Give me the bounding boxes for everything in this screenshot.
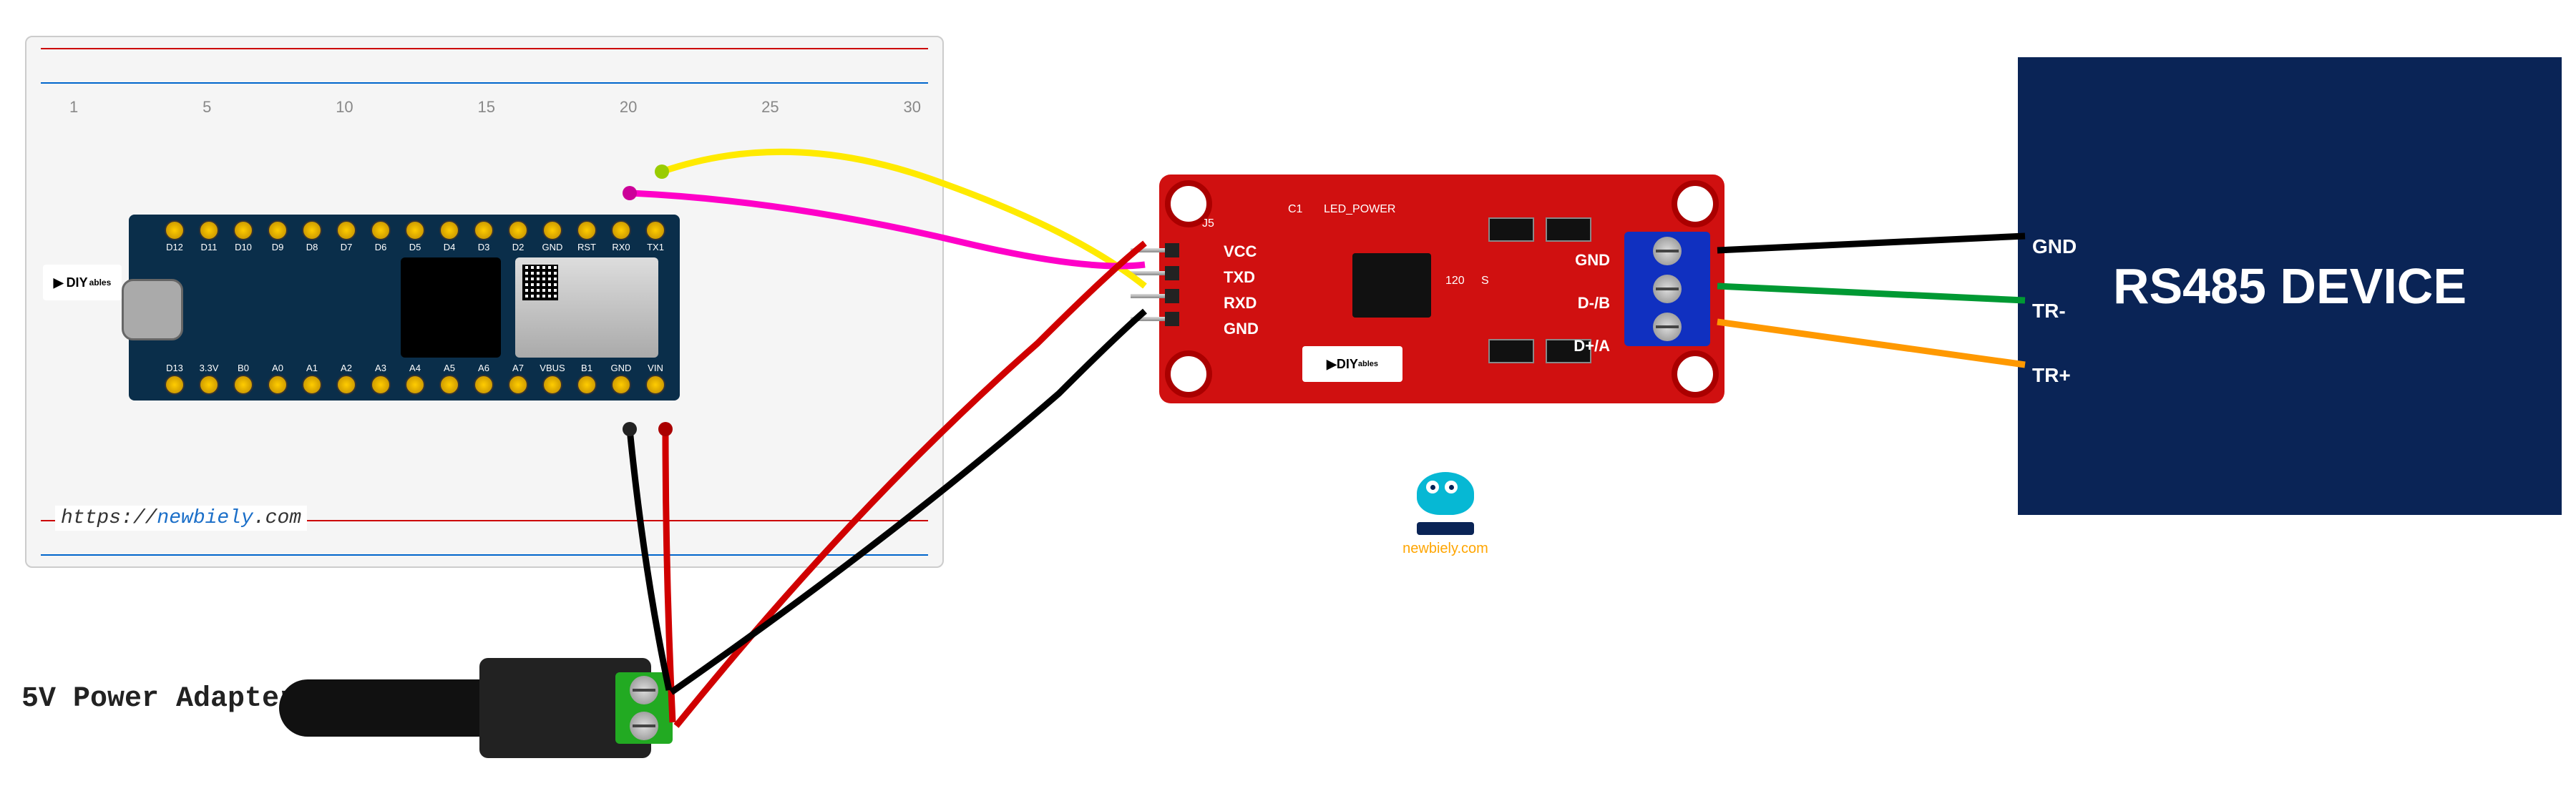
silkscreen-label: C1 (1288, 203, 1302, 216)
arduino-nano-esp32: D12D11D10 D9D8D7 D6D5D4 D3D2GND RSTRX0TX… (129, 215, 680, 401)
module-header-pins (1131, 239, 1179, 330)
screw-terminal-block (1624, 232, 1710, 346)
wire-orange-module-device-trplus (1717, 322, 2025, 365)
rs485-device-box: RS485 DEVICE GND TR- TR+ (2018, 57, 2562, 515)
nano-bottom-labels: D133.3VB0 A0A1A2 A3A4A5 A6A7VBUS B1GNDVI… (157, 363, 673, 373)
barrel-jack-icon (279, 679, 508, 737)
smd-resistor (1488, 339, 1534, 363)
module-left-pin-labels: VCC TXD RXD GND (1224, 239, 1259, 342)
rs485-transceiver-ic (1352, 253, 1431, 318)
usb-c-port (122, 279, 183, 340)
breadboard-column-numbers: 1 5 10 15 20 25 30 (69, 98, 921, 117)
screw-terminal-icon (1653, 237, 1682, 265)
main-chip (401, 257, 501, 358)
diyables-logo-breadboard: DIYables (43, 265, 122, 300)
mount-hole-icon (1672, 180, 1719, 227)
smd-resistor (1488, 217, 1534, 242)
power-adapter-label: 5V Power Adapter (21, 683, 296, 715)
barrel-screw-terminal (615, 672, 673, 744)
owl-icon (1413, 472, 1478, 529)
nano-pins-top-row (157, 220, 673, 240)
silkscreen-label: LED_POWER (1324, 203, 1395, 216)
silkscreen-label: 120 (1445, 275, 1465, 288)
source-url: https://newbiely.com (55, 506, 307, 531)
silkscreen-label: S (1481, 275, 1489, 288)
rs485-ttl-module: VCC TXD RXD GND 120 S J5 C1 LED_POWER GN… (1159, 175, 1724, 403)
screw-terminal-icon (630, 712, 658, 740)
qr-code (522, 265, 558, 300)
silkscreen-label: J5 (1202, 217, 1214, 230)
screw-terminal-icon (630, 676, 658, 704)
screw-terminal-icon (1653, 275, 1682, 303)
nano-pins-bottom-row (157, 375, 673, 395)
wire-green-module-device-trminus (1717, 286, 2025, 300)
device-title: RS485 DEVICE (2113, 257, 2467, 315)
nano-top-labels: D12D11D10 D9D8D7 D6D5D4 D3D2GND RSTRX0TX… (157, 242, 673, 252)
mount-hole-icon (1165, 350, 1212, 398)
newbiely-owl-logo: newbiely.com (1402, 472, 1488, 557)
diyables-logo-module: ▶ DIYables (1302, 346, 1402, 382)
screw-terminal-icon (1653, 313, 1682, 341)
owl-brand-text: newbiely.com (1402, 541, 1488, 557)
mount-hole-icon (1672, 350, 1719, 398)
module-right-pin-labels: GND D-/B D+/A (1574, 239, 1610, 368)
dc-barrel-adapter: − + (279, 658, 673, 758)
device-pin-labels: GND TR- TR+ (2032, 215, 2077, 408)
power-rail-top (41, 44, 928, 87)
wire-black-module-device-gnd (1717, 236, 2025, 250)
smd-resistor (1546, 217, 1591, 242)
